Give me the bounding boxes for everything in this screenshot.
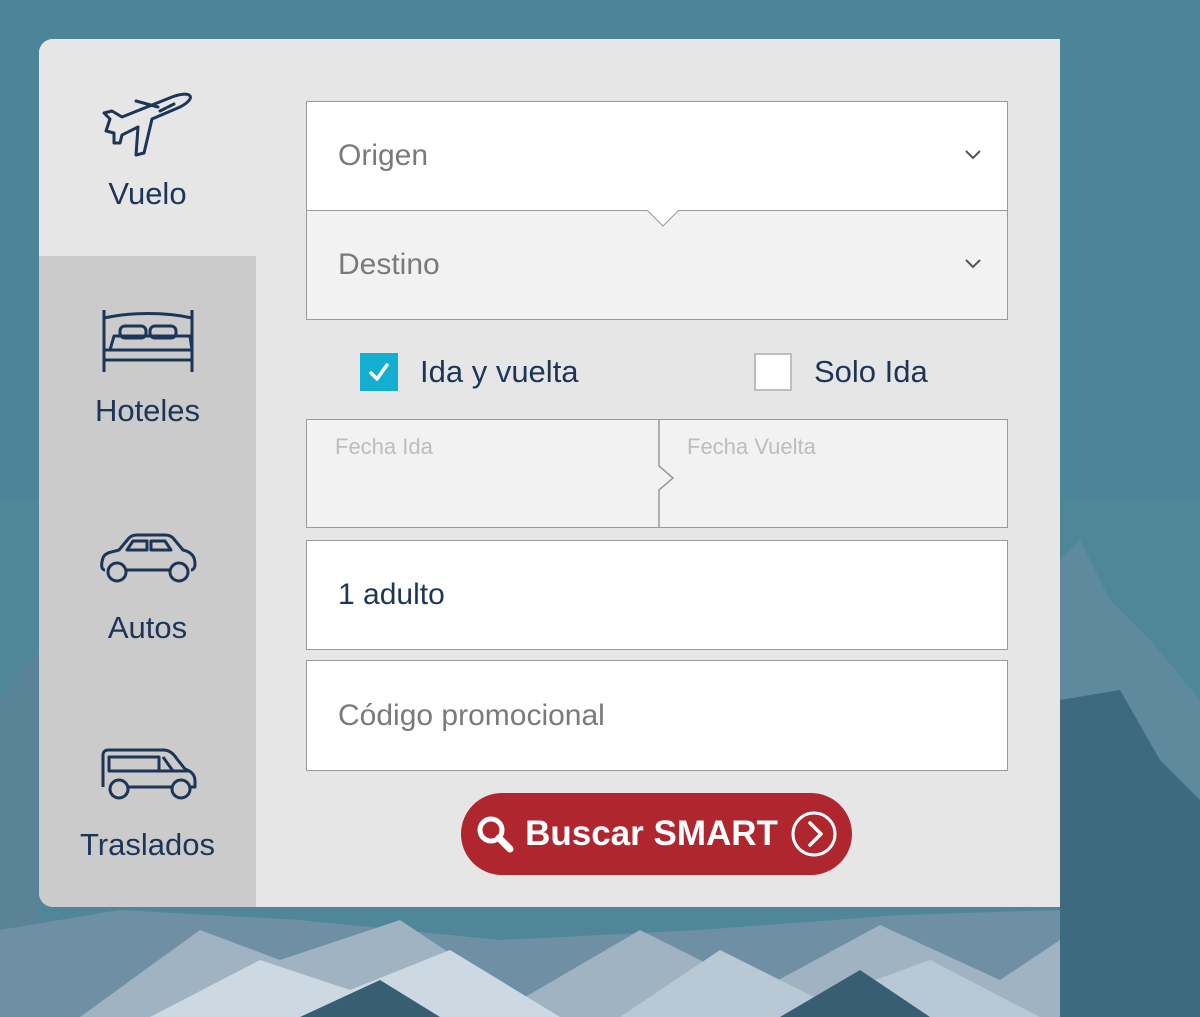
- departure-date-placeholder: Fecha Ida: [335, 434, 433, 459]
- passengers-value: 1 adulto: [338, 578, 445, 611]
- departure-date-field[interactable]: Fecha Ida: [307, 420, 658, 527]
- return-date-placeholder: Fecha Vuelta: [687, 434, 816, 459]
- search-button-label: Buscar SMART: [525, 814, 778, 853]
- tab-label: Hoteles: [94, 392, 201, 428]
- chevron-down-icon: [965, 259, 981, 269]
- search-button[interactable]: Buscar SMART: [461, 793, 852, 875]
- round-trip-checkbox[interactable]: Ida y vuelta: [360, 351, 579, 393]
- tab-cars[interactable]: Autos: [39, 473, 256, 690]
- booking-widget: Vuelo Hoteles Autos Traslados Origen Des…: [39, 39, 1060, 907]
- tab-flight[interactable]: Vuelo: [39, 39, 256, 256]
- return-date-field[interactable]: Fecha Vuelta: [660, 420, 1007, 527]
- airplane-icon: [100, 84, 196, 164]
- checkbox-checked[interactable]: [360, 353, 398, 391]
- checkbox-unchecked[interactable]: [754, 353, 792, 391]
- checkmark-icon: [369, 363, 389, 381]
- one-way-label: Solo Ida: [814, 354, 928, 389]
- round-trip-label: Ida y vuelta: [420, 354, 579, 389]
- one-way-checkbox[interactable]: Solo Ida: [754, 351, 928, 393]
- tab-label: Autos: [107, 609, 188, 645]
- destination-select[interactable]: Destino: [306, 210, 1008, 320]
- notch-arrow: [647, 210, 679, 227]
- tab-label: Vuelo: [108, 175, 187, 211]
- chevron-down-icon: [965, 150, 981, 160]
- tab-label: Traslados: [80, 826, 215, 862]
- car-icon: [99, 518, 197, 598]
- search-icon: [477, 816, 514, 853]
- van-icon: [99, 735, 197, 815]
- origin-select[interactable]: Origen: [306, 101, 1008, 211]
- destination-placeholder: Destino: [338, 248, 440, 281]
- tab-transfers[interactable]: Traslados: [39, 690, 256, 907]
- origin-placeholder: Origen: [338, 139, 429, 172]
- promo-code-input[interactable]: Código promocional: [306, 660, 1008, 771]
- tab-hotels[interactable]: Hoteles: [39, 256, 256, 473]
- chevron-right-circle-icon: [791, 811, 837, 857]
- date-range: Fecha Ida Fecha Vuelta: [306, 419, 1008, 528]
- category-tabs: Vuelo Hoteles Autos Traslados: [39, 39, 256, 907]
- bed-icon: [100, 301, 196, 381]
- promo-code-placeholder: Código promocional: [338, 698, 605, 732]
- passengers-selector[interactable]: 1 adulto: [306, 540, 1008, 650]
